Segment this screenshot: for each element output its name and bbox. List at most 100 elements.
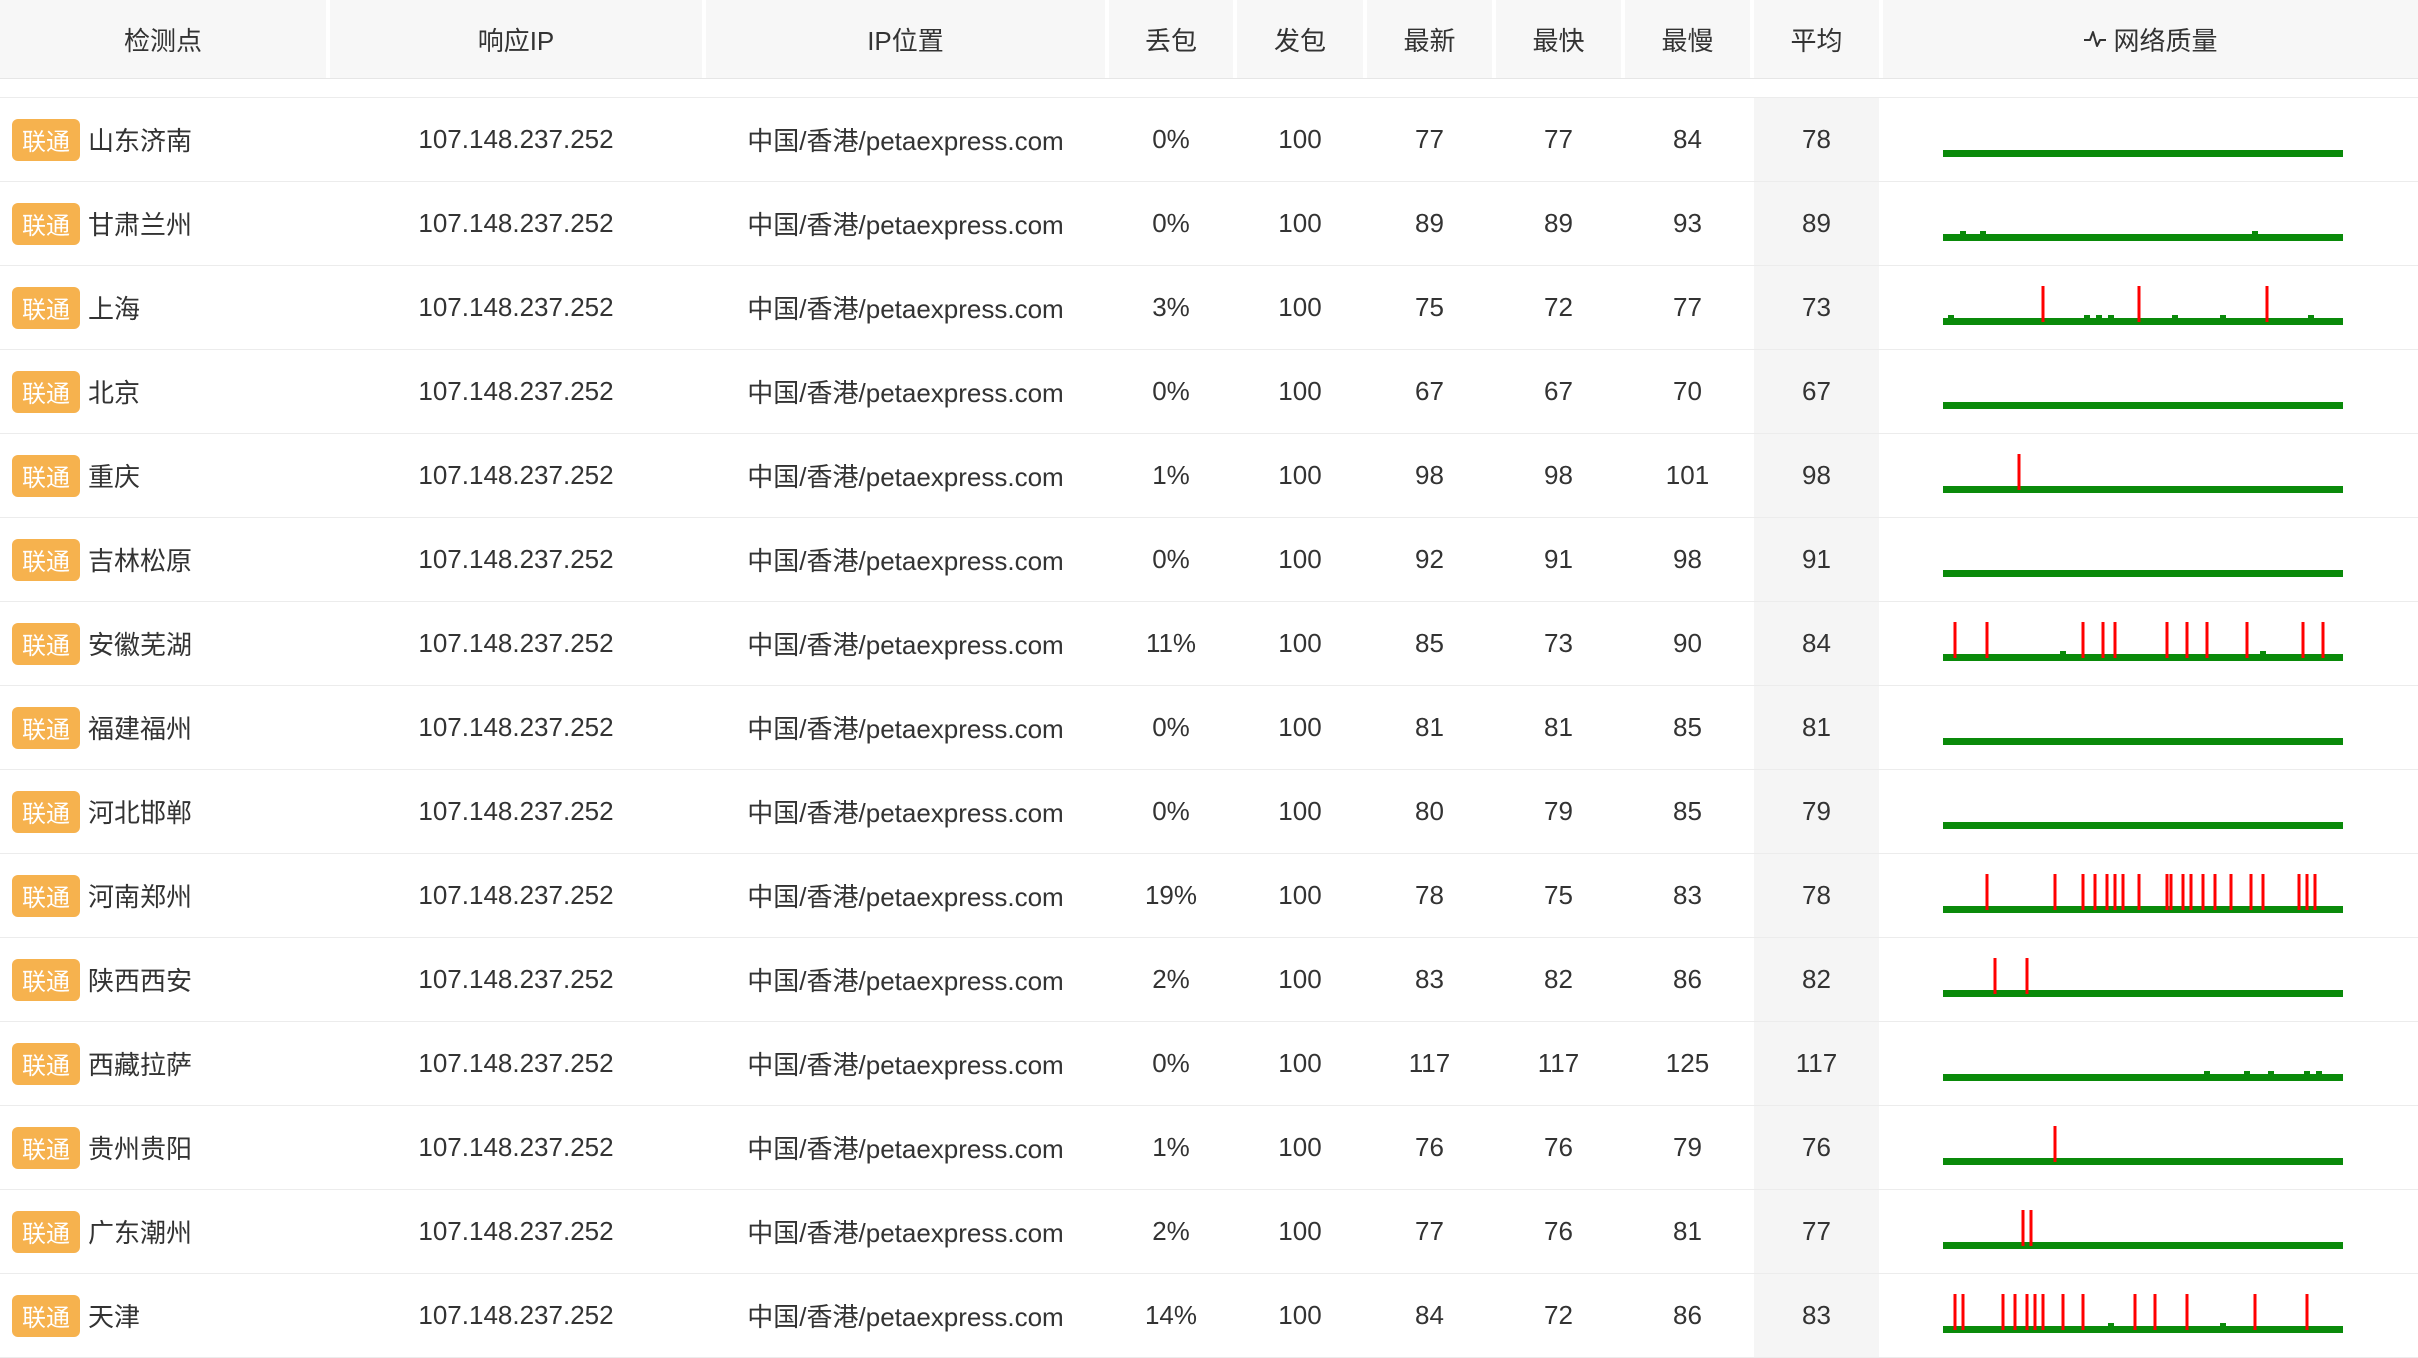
latency-slowest: 70	[1625, 350, 1754, 433]
latency-average: 98	[1754, 434, 1883, 517]
network-quality-cell	[1883, 266, 2418, 349]
network-quality-cell	[1883, 770, 2418, 853]
loss-spike	[2081, 873, 2085, 910]
isp-badge: 联通	[12, 1294, 80, 1337]
response-ip: 107.148.237.252	[330, 434, 706, 517]
col-header-slowest[interactable]: 最慢	[1625, 0, 1754, 78]
loss-spike	[2305, 1293, 2309, 1330]
col-header-location[interactable]: IP位置	[706, 0, 1109, 78]
response-ip: 107.148.237.252	[330, 1106, 706, 1189]
isp-badge: 联通	[12, 1210, 80, 1253]
isp-badge: 联通	[12, 454, 80, 497]
packets-sent: 100	[1237, 518, 1367, 601]
quality-baseline	[1943, 569, 2343, 577]
table-row: 联通 广东潮州 107.148.237.252 中国/香港/petaexpres…	[0, 1190, 2418, 1274]
latency-bump	[2172, 314, 2178, 319]
latency-bump	[2220, 314, 2226, 319]
latency-slowest: 83	[1625, 854, 1754, 937]
latency-slowest: 81	[1625, 1190, 1754, 1273]
latency-slowest: 98	[1625, 518, 1754, 601]
isp-badge: 联通	[12, 706, 80, 749]
quality-baseline	[1943, 485, 2343, 493]
packets-sent: 100	[1237, 686, 1367, 769]
isp-badge: 联通	[12, 958, 80, 1001]
isp-badge: 联通	[12, 874, 80, 917]
packet-loss: 1%	[1109, 434, 1237, 517]
table-row: 联通 天津 107.148.237.252 中国/香港/petaexpress.…	[0, 1274, 2418, 1358]
response-ip: 107.148.237.252	[330, 1274, 706, 1357]
response-ip: 107.148.237.252	[330, 938, 706, 1021]
node-cell: 联通 天津	[0, 1274, 330, 1357]
ip-location: 中国/香港/petaexpress.com	[706, 770, 1109, 853]
latency-fastest: 76	[1496, 1106, 1625, 1189]
loss-spike	[2261, 873, 2265, 910]
network-quality-cell	[1883, 686, 2418, 769]
table-row: 联通 贵州贵阳 107.148.237.252 中国/香港/petaexpres…	[0, 1106, 2418, 1190]
latency-fastest: 81	[1496, 686, 1625, 769]
col-header-ip[interactable]: 响应IP	[330, 0, 706, 78]
loss-spike	[2093, 873, 2097, 910]
loss-spike	[2001, 1293, 2005, 1330]
latency-fastest: 98	[1496, 434, 1625, 517]
loss-spike	[1961, 1293, 1965, 1330]
loss-spike	[1985, 873, 1989, 910]
col-header-avg[interactable]: 平均	[1754, 0, 1883, 78]
network-quality-cell	[1883, 182, 2418, 265]
packet-loss: 0%	[1109, 350, 1237, 433]
loss-spike	[2121, 873, 2125, 910]
quality-baseline	[1943, 653, 2343, 661]
latency-average: 82	[1754, 938, 1883, 1021]
node-location: 山东济南	[88, 126, 193, 156]
response-ip: 107.148.237.252	[330, 182, 706, 265]
loss-spike	[2029, 1209, 2033, 1246]
packets-sent: 100	[1237, 434, 1367, 517]
node-location: 天津	[88, 1302, 141, 1332]
quality-sparkline	[1943, 453, 2343, 493]
latency-fastest: 91	[1496, 518, 1625, 601]
col-header-node[interactable]: 检测点	[0, 0, 330, 78]
latency-latest: 89	[1367, 182, 1496, 265]
node-location: 重庆	[88, 462, 141, 492]
node-cell: 联通 陕西西安	[0, 938, 330, 1021]
loss-spike	[2153, 1293, 2157, 1330]
packets-sent: 100	[1237, 266, 1367, 349]
quality-sparkline	[1943, 1070, 2343, 1081]
network-quality-cell	[1883, 350, 2418, 433]
network-quality-cell	[1883, 1106, 2418, 1189]
latency-bump	[1980, 230, 1986, 235]
loss-spike	[2025, 1293, 2029, 1330]
loss-spike	[2229, 873, 2233, 910]
packets-sent: 100	[1237, 1190, 1367, 1273]
packet-loss: 0%	[1109, 686, 1237, 769]
col-header-quality[interactable]: 网络质量	[1883, 0, 2418, 78]
latency-latest: 85	[1367, 602, 1496, 685]
table-row: 联通 甘肃兰州 107.148.237.252 中国/香港/petaexpres…	[0, 182, 2418, 266]
col-header-sent[interactable]: 发包	[1237, 0, 1367, 78]
loss-spike	[1993, 957, 1997, 994]
latency-bump	[2308, 314, 2314, 319]
col-header-latest[interactable]: 最新	[1367, 0, 1496, 78]
latency-average: 76	[1754, 1106, 1883, 1189]
node-location: 贵州贵阳	[88, 1134, 193, 1164]
latency-average: 67	[1754, 350, 1883, 433]
col-header-fastest[interactable]: 最快	[1496, 0, 1625, 78]
latency-bump	[2244, 1070, 2250, 1075]
latency-fastest: 72	[1496, 1274, 1625, 1357]
packet-loss: 0%	[1109, 182, 1237, 265]
loss-spike	[2189, 873, 2193, 910]
col-header-loss[interactable]: 丢包	[1109, 0, 1237, 78]
quality-sparkline	[1943, 1125, 2343, 1165]
latency-average: 78	[1754, 98, 1883, 181]
table-row: 联通 河北邯郸 107.148.237.252 中国/香港/petaexpres…	[0, 770, 2418, 854]
latency-bump	[2060, 650, 2066, 655]
ip-location: 中国/香港/petaexpress.com	[706, 98, 1109, 181]
isp-badge: 联通	[12, 538, 80, 581]
quality-sparkline	[1943, 1209, 2343, 1249]
latency-average: 83	[1754, 1274, 1883, 1357]
quality-sparkline	[1943, 737, 2343, 745]
loss-spike	[2013, 1293, 2017, 1330]
ip-location: 中国/香港/petaexpress.com	[706, 1106, 1109, 1189]
quality-sparkline	[1943, 621, 2343, 661]
node-cell: 联通 广东潮州	[0, 1190, 330, 1273]
latency-bump	[2096, 314, 2102, 319]
